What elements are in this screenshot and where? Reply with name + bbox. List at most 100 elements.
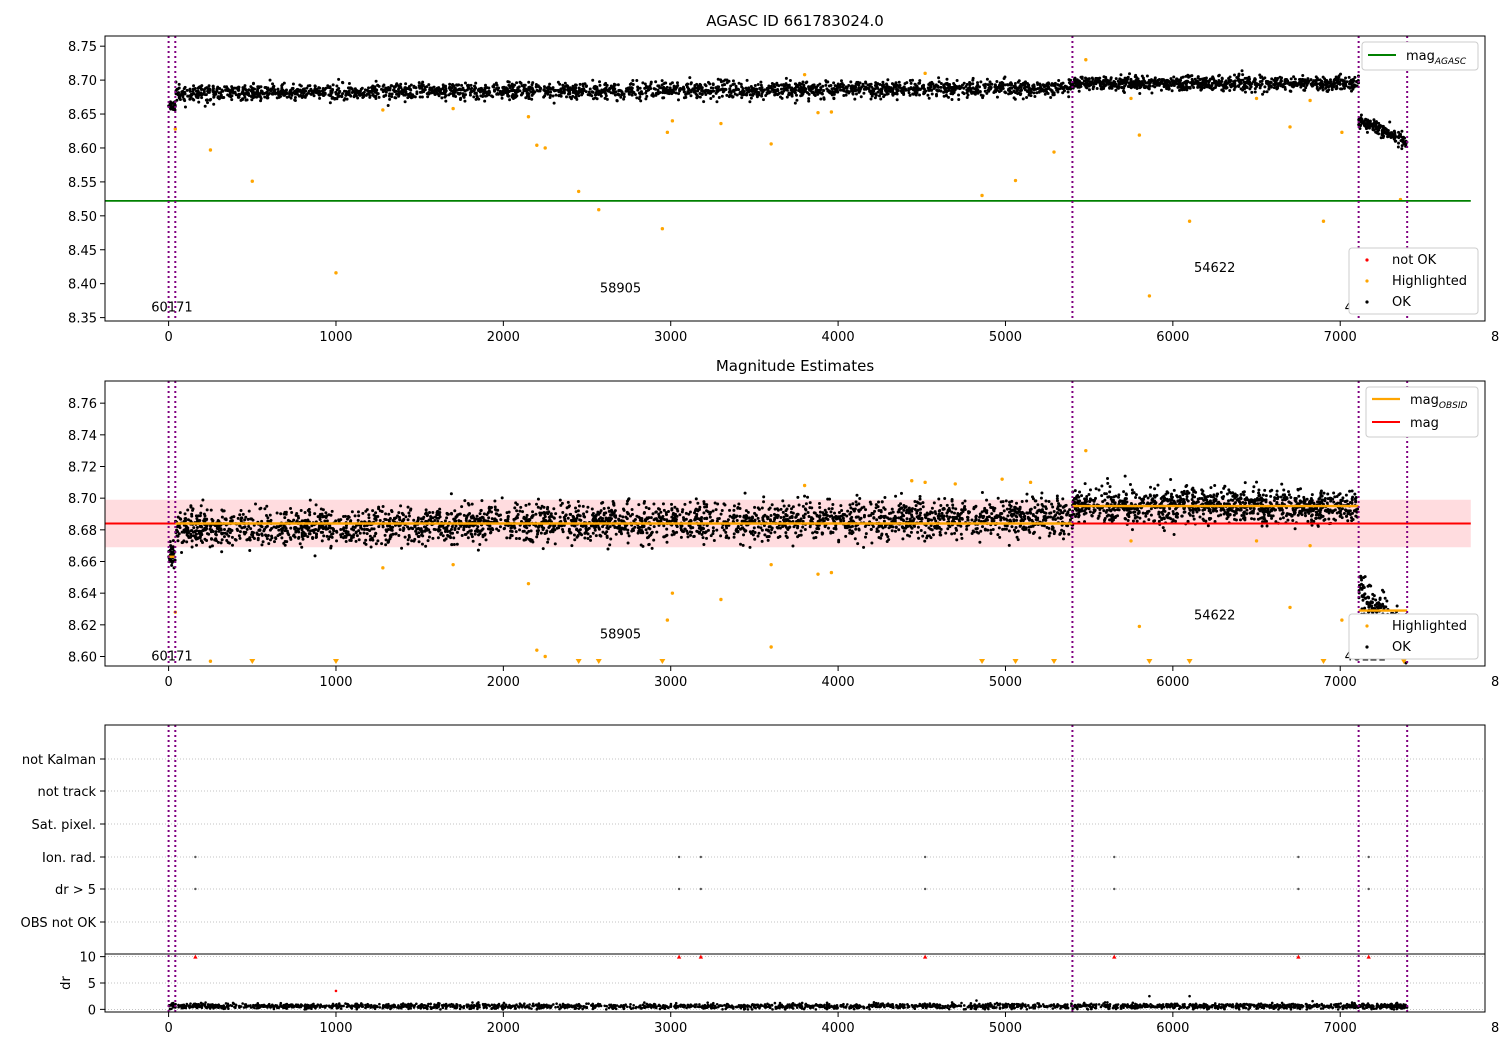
ok-point [983,86,987,90]
ok-point [887,85,891,89]
ok-point [331,95,335,99]
ok-point [463,499,467,503]
ok-point [652,518,656,522]
ok-point [1293,83,1297,87]
ok-point [816,84,820,88]
ok-point [862,505,866,509]
ok-point [740,85,744,89]
ok-point [562,90,566,94]
ok-point [371,509,375,513]
ok-point [905,81,909,85]
ok-point [939,85,943,89]
highlighted-point [829,110,834,114]
ok-point [1052,82,1056,86]
ok-point [451,94,455,98]
ok-point [787,83,791,87]
ok-point [616,83,620,87]
ok-point [186,508,190,512]
ok-point [384,512,388,516]
ok-point [872,89,876,93]
ok-point [1119,78,1123,82]
ok-point [902,508,906,512]
ok-point [300,95,304,99]
ok-point [629,86,633,90]
ok-point [406,96,410,100]
ok-point [1337,74,1341,78]
ok-point [348,93,352,97]
ok-point [308,498,312,502]
highlighted-point [1129,96,1133,101]
ok-point [622,508,626,512]
ok-point [1253,82,1257,86]
ok-point [1047,500,1051,504]
ok-point [466,501,470,505]
ok-point [650,546,654,550]
ok-point [918,497,922,501]
ok-point [298,83,302,87]
ok-point [1282,82,1286,86]
ok-point [819,86,823,90]
ok-point [951,92,955,96]
ok-point [773,93,777,97]
ok-point [230,535,234,539]
ok-point [519,505,523,509]
ok-point [1309,82,1313,86]
ok-point [742,533,746,537]
ok-point [598,83,602,87]
ok-point [1038,536,1042,540]
ok-point [248,538,252,542]
ok-point [626,89,630,93]
ok-point [252,81,256,85]
ok-point [1272,78,1276,82]
ok-point [1059,82,1063,86]
ok-point [828,89,832,93]
ok-point [1334,75,1338,79]
ok-point [784,76,788,80]
ok-point [476,548,480,552]
ok-point [695,82,699,86]
ok-point [367,92,371,96]
ok-point [548,96,552,100]
ok-point [266,88,270,92]
ok-point [474,91,478,95]
ok-point [417,540,421,544]
ok-point [1197,85,1201,89]
ok-point [952,511,956,515]
ok-point [918,93,922,97]
ok-point [374,91,378,95]
ok-point [594,534,598,538]
ok-point [1131,80,1135,84]
ok-point [660,79,664,83]
ok-point [224,88,228,92]
ok-point [790,91,794,95]
ok-point [367,86,371,90]
ok-point [508,98,512,102]
ok-point [630,93,634,97]
ok-point [756,534,760,538]
ok-point [558,498,562,502]
ok-point [708,515,712,519]
ok-point [1000,511,1004,515]
ok-point [909,530,913,534]
ok-point [1170,89,1174,93]
ok-point [743,93,747,97]
ok-point [780,96,784,100]
ok-point [535,535,539,539]
ok-point [665,527,669,531]
ok-point [1240,69,1244,73]
ok-point [1389,135,1393,139]
ok-point [698,82,702,86]
ok-point [895,98,899,102]
ok-point [998,87,1002,91]
ok-point [472,95,476,99]
ok-point [998,535,1002,539]
ok-point [1248,83,1252,87]
ok-point [1344,82,1348,86]
ok-point [934,512,938,516]
ok-point [500,93,504,97]
ok-point [445,516,449,520]
ok-point [911,88,915,92]
ok-point [1100,80,1104,84]
ok-point [517,85,521,89]
ok-point [1116,86,1120,90]
